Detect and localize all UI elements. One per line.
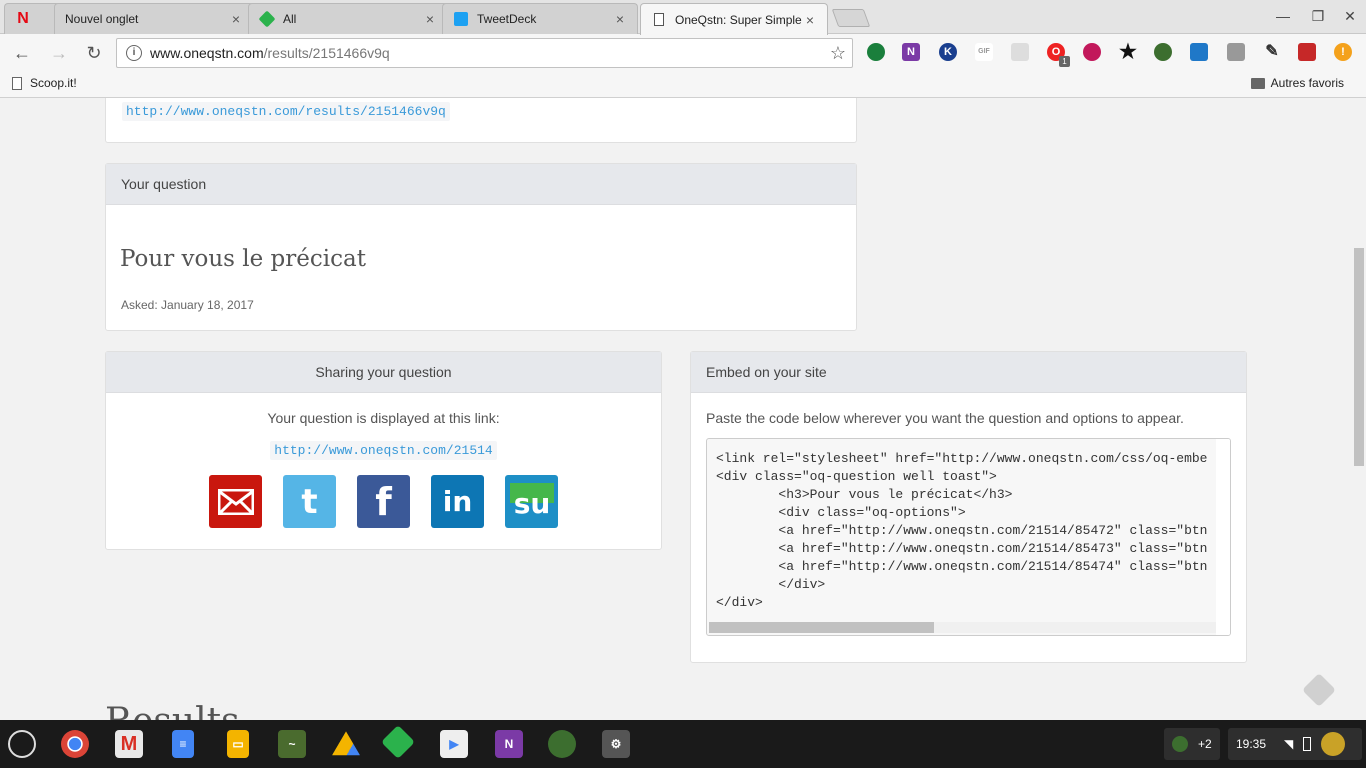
- turtle-app-icon[interactable]: [548, 730, 576, 758]
- gif-extension-icon[interactable]: GIF: [975, 43, 993, 61]
- tab-tweetdeck[interactable]: TweetDeck ×: [442, 3, 638, 34]
- evernote-extension-icon[interactable]: [867, 43, 885, 61]
- turtle-icon: [1172, 736, 1188, 752]
- extension-badge: 1: [1059, 56, 1070, 67]
- onenote-app-icon[interactable]: N: [495, 730, 523, 758]
- stumbleupon-icon: su: [509, 482, 554, 520]
- page-icon: [12, 76, 22, 90]
- netflix-icon: N: [17, 10, 29, 27]
- docs-app-icon[interactable]: ≡: [172, 730, 194, 758]
- onenote-extension-icon[interactable]: N: [902, 43, 920, 61]
- bookmarks-bar: Scoop.it! Autres favoris: [0, 72, 1366, 98]
- close-icon[interactable]: ×: [803, 13, 817, 27]
- embed-instructions: Paste the code below wherever you want t…: [706, 410, 1184, 426]
- bookmark-star-icon[interactable]: ☆: [830, 43, 846, 64]
- results-link[interactable]: http://www.oneqstn.com/results/2151466v9…: [122, 102, 450, 121]
- facebook-share-button[interactable]: f: [357, 475, 410, 528]
- facebook-icon: f: [375, 479, 392, 524]
- update-menu-icon[interactable]: !: [1334, 43, 1352, 61]
- scroll-thumb[interactable]: [709, 622, 934, 633]
- book-extension-icon[interactable]: [1298, 43, 1316, 61]
- close-icon[interactable]: ×: [613, 12, 627, 26]
- page-scroll-thumb[interactable]: [1354, 248, 1364, 466]
- bookmark-scoopit[interactable]: Scoop.it!: [12, 76, 77, 90]
- embed-code-box[interactable]: <link rel="stylesheet" href="http://www.…: [706, 438, 1231, 636]
- twitter-icon: t: [301, 481, 318, 522]
- k-extension-icon[interactable]: K: [939, 43, 957, 61]
- battery-icon: [1303, 737, 1312, 751]
- wifi-icon: ◥: [1284, 737, 1294, 751]
- linkedin-icon: in: [442, 485, 473, 518]
- address-bar[interactable]: i www.oneqstn.com/results/2151466v9q ☆: [116, 38, 853, 68]
- info-icon[interactable]: i: [126, 45, 142, 61]
- window-close-icon[interactable]: ✕: [1341, 8, 1359, 25]
- code-vertical-scrollbar[interactable]: [1216, 439, 1230, 635]
- results-heading: Results: [105, 701, 240, 720]
- question-panel-header: Your question: [106, 164, 856, 205]
- share-text: Your question is displayed at this link:: [267, 410, 500, 426]
- sharing-panel: Sharing your question Your question is d…: [105, 351, 662, 550]
- results-link-panel: http://www.oneqstn.com/results/2151466v9…: [105, 98, 857, 143]
- terminal-app-icon[interactable]: ~: [278, 730, 306, 758]
- cast-extension-icon[interactable]: [1190, 43, 1208, 61]
- svg-text:su: su: [513, 487, 550, 520]
- notification-tray[interactable]: +2: [1164, 728, 1220, 760]
- slides-app-icon[interactable]: ▭: [227, 730, 249, 758]
- chrome-app-icon[interactable]: [61, 730, 89, 758]
- star-extension-icon[interactable]: ★: [1119, 42, 1137, 62]
- embed-panel: Embed on your site Paste the code below …: [690, 351, 1247, 663]
- code-horizontal-scrollbar[interactable]: [709, 622, 1216, 633]
- folder-icon: [1250, 77, 1265, 89]
- email-share-button[interactable]: [209, 475, 262, 528]
- play-store-app-icon[interactable]: ▶: [440, 730, 468, 758]
- reload-icon[interactable]: ↻: [83, 42, 105, 64]
- feedly-app-icon[interactable]: [381, 725, 415, 759]
- feedly-float-icon[interactable]: [1302, 673, 1336, 707]
- avatar: [1321, 732, 1346, 756]
- tab-all[interactable]: All ×: [248, 3, 448, 34]
- embed-panel-header: Embed on your site: [691, 352, 1246, 393]
- question-panel: Your question Pour vous le précicat Aske…: [105, 163, 857, 331]
- stumbleupon-share-button[interactable]: su: [505, 475, 558, 528]
- asked-date: Asked: January 18, 2017: [121, 298, 254, 312]
- page-scrollbar[interactable]: [1352, 98, 1366, 720]
- pen-extension-icon[interactable]: ✎: [1263, 43, 1281, 61]
- email-icon: [217, 488, 254, 515]
- new-tab-button[interactable]: [831, 9, 871, 27]
- minimize-icon[interactable]: —: [1274, 8, 1292, 24]
- tab-oneqstn[interactable]: OneQstn: Super Simple ×: [640, 3, 828, 35]
- os-shelf: M ≡ ▭ ~ ▶ N ⚙ +2 19:35 ◥: [0, 720, 1366, 768]
- status-tray[interactable]: 19:35 ◥: [1228, 728, 1362, 760]
- tab-strip: N Nouvel onglet × All × TweetDeck × OneQ…: [0, 0, 1366, 35]
- tab-netflix[interactable]: N: [4, 3, 60, 34]
- page-content: http://www.oneqstn.com/results/2151466v9…: [0, 98, 1366, 720]
- embed-code[interactable]: <link rel="stylesheet" href="http://www.…: [716, 450, 1207, 612]
- drive-app-icon[interactable]: [332, 731, 360, 756]
- other-bookmarks[interactable]: Autres favoris: [1250, 76, 1344, 90]
- question-title: Pour vous le précicat: [120, 246, 366, 272]
- back-icon[interactable]: ←: [11, 42, 33, 64]
- rss-extension-icon[interactable]: [1011, 43, 1029, 61]
- maximize-icon[interactable]: ❐: [1309, 8, 1327, 25]
- record-extension-icon[interactable]: [1083, 43, 1101, 61]
- forward-icon[interactable]: →: [48, 42, 70, 64]
- twitter-icon: [453, 11, 469, 27]
- screenshot-extension-icon[interactable]: [1227, 43, 1245, 61]
- settings-app-icon[interactable]: ⚙: [602, 730, 630, 758]
- gmail-app-icon[interactable]: M: [115, 730, 143, 758]
- feedly-icon: [258, 10, 276, 28]
- twitter-share-button[interactable]: t: [283, 475, 336, 528]
- sharing-panel-header: Sharing your question: [106, 352, 661, 393]
- share-link[interactable]: http://www.oneqstn.com/21514: [270, 441, 497, 460]
- turtle-extension-icon[interactable]: [1154, 43, 1172, 61]
- linkedin-share-button[interactable]: in: [431, 475, 484, 528]
- close-icon[interactable]: ×: [423, 12, 437, 26]
- share-link-wrap: http://www.oneqstn.com/21514: [106, 441, 661, 460]
- page-icon: [651, 12, 667, 28]
- tab-new-tab[interactable]: Nouvel onglet ×: [54, 3, 254, 34]
- close-icon[interactable]: ×: [229, 12, 243, 26]
- launcher-icon[interactable]: [8, 730, 36, 758]
